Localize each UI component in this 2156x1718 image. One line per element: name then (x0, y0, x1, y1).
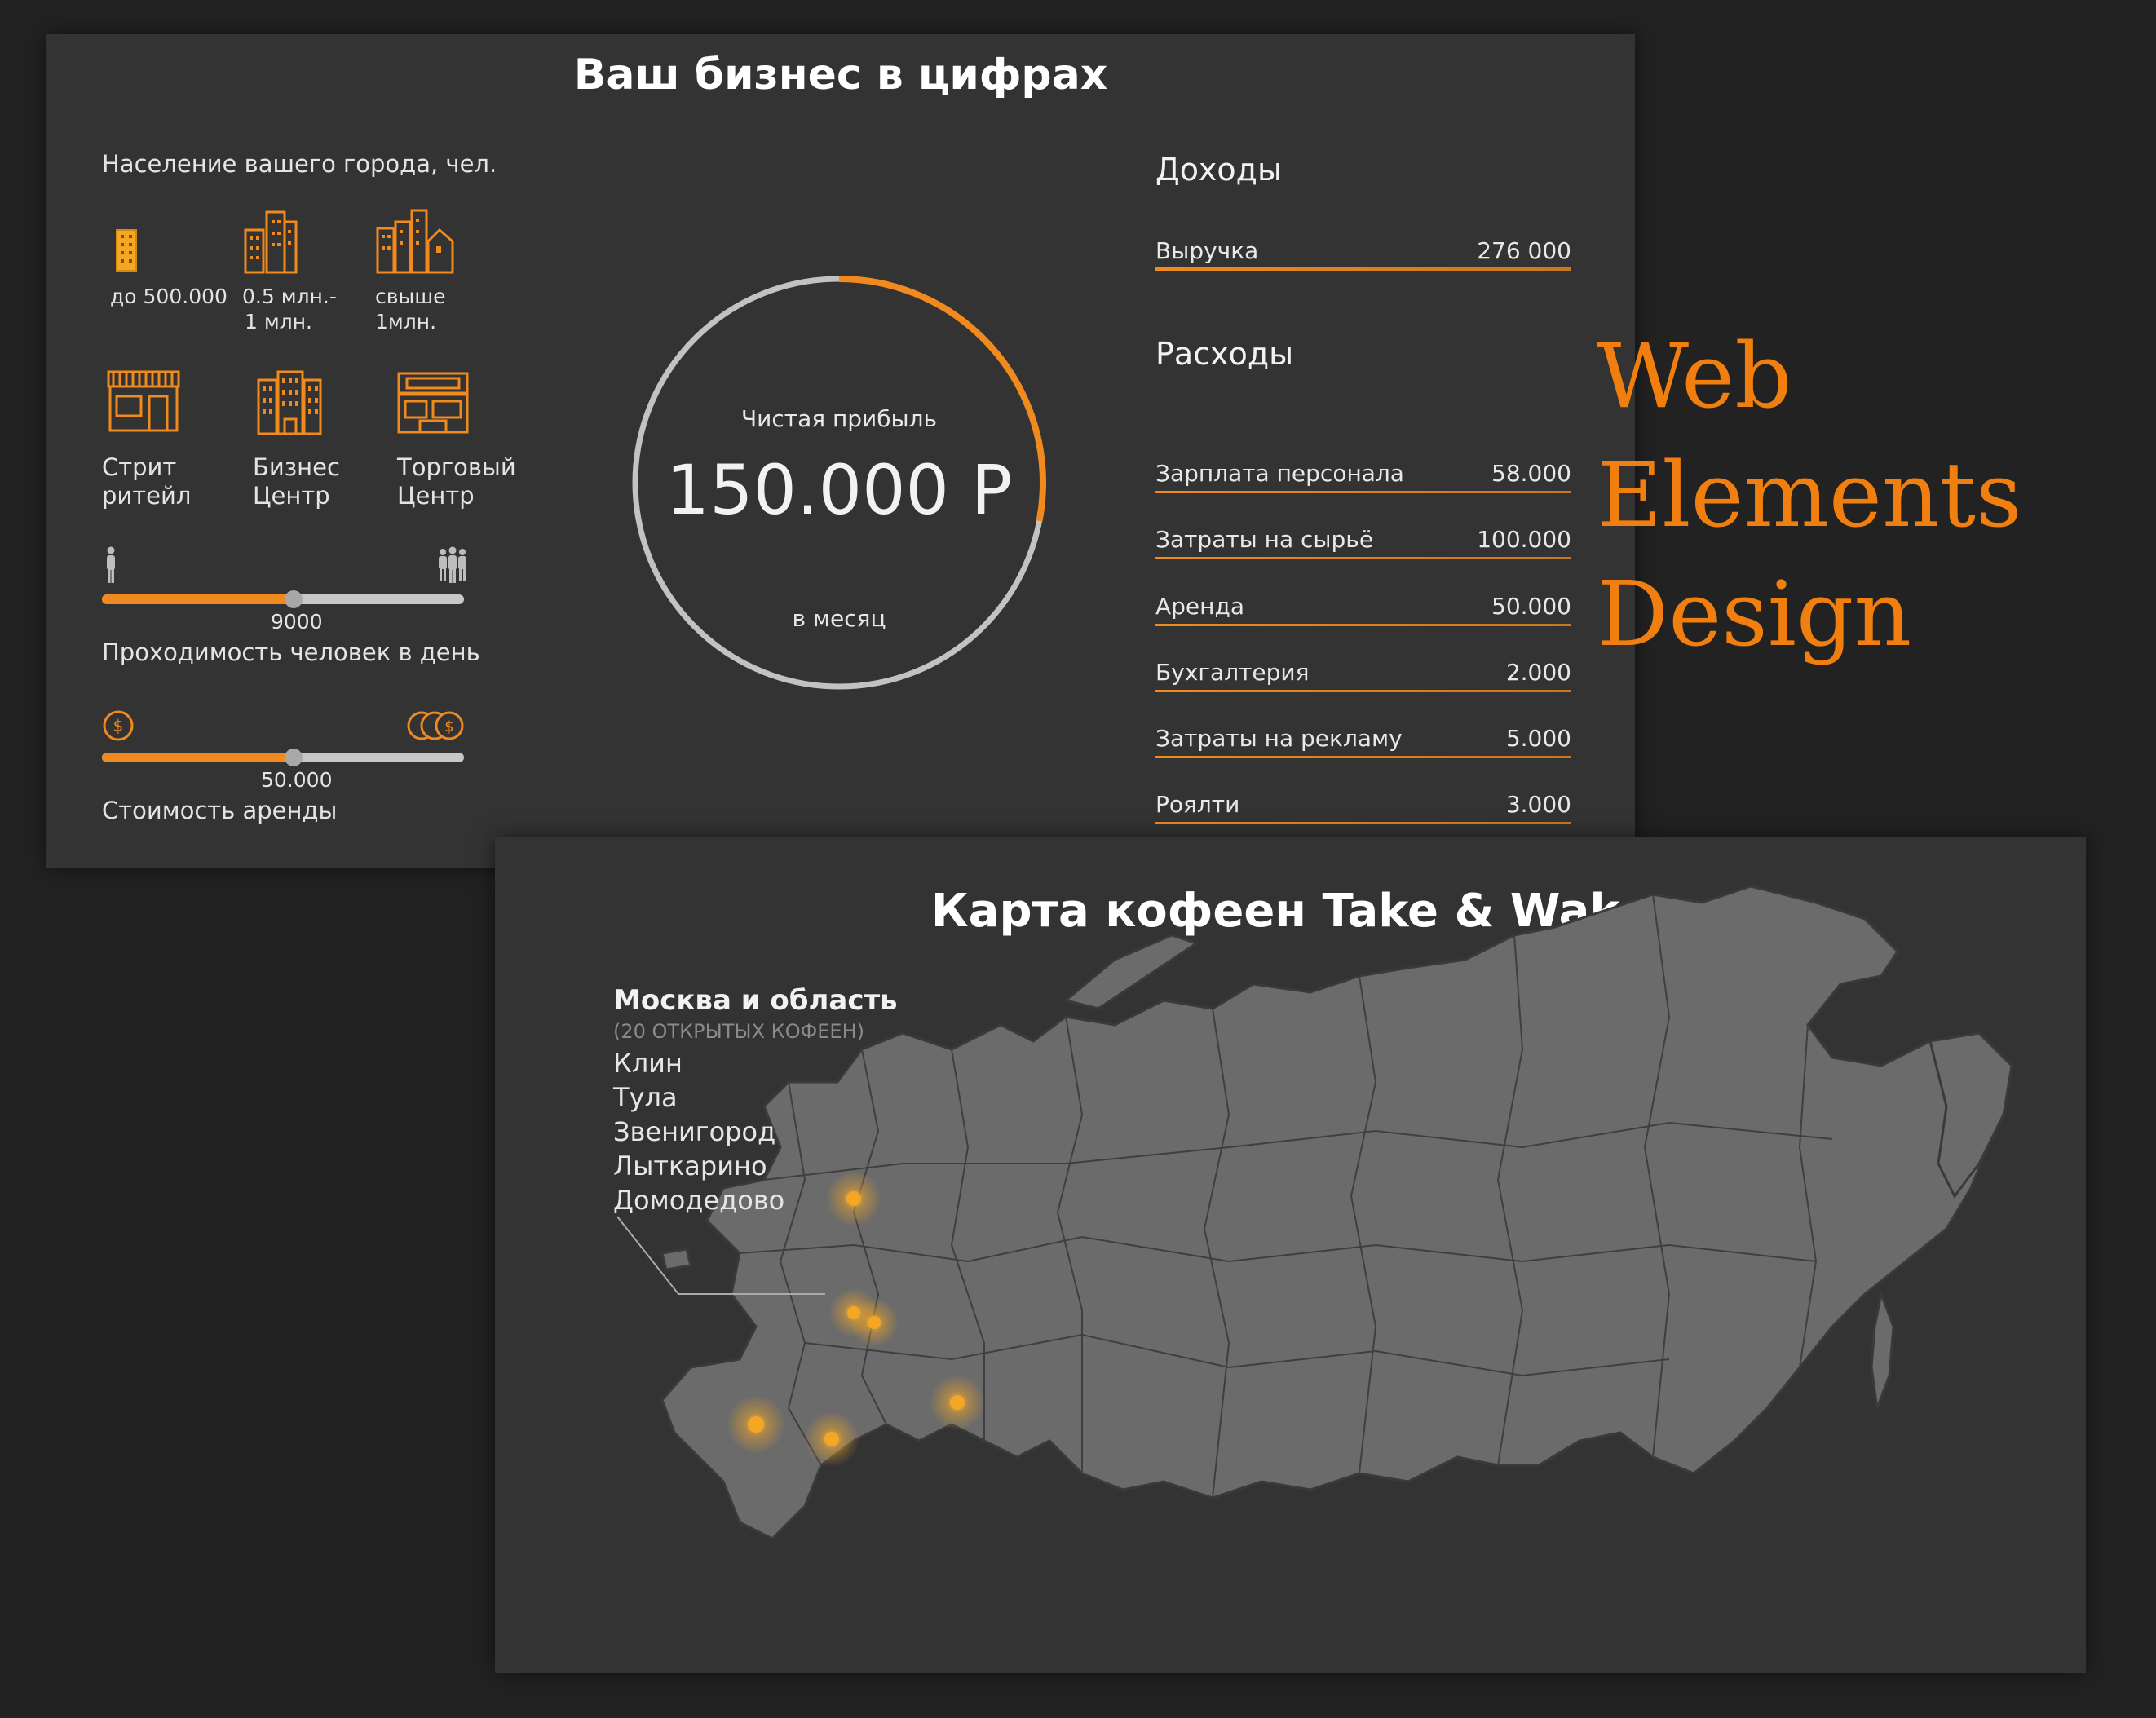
caption-line: Design (1597, 562, 1912, 666)
income-row-name: Выручка (1155, 237, 1259, 264)
expenses-heading: Расходы (1155, 336, 1294, 372)
income-heading: Доходы (1155, 152, 1282, 188)
city-name: Клин (613, 1048, 683, 1079)
expense-row: Зарплата персонала 58.000 (1155, 453, 1571, 493)
population-option-label-2: 1 млн. (245, 310, 312, 333)
traffic-label: Проходимость человек в день (102, 638, 480, 666)
expense-row-value: 58.000 (1491, 460, 1571, 487)
location-option-label: Бизнес (253, 453, 340, 481)
region-name: Москва и область (613, 984, 898, 1017)
traffic-slider-handle[interactable] (285, 590, 303, 608)
coffee-shop-marker (727, 1395, 785, 1454)
population-option-label-2: 1млн. (375, 310, 437, 333)
income-row-value: 276 000 (1477, 237, 1571, 264)
city-name: Домодедово (613, 1185, 785, 1216)
expense-row-name: Роялти (1155, 791, 1240, 818)
svg-text:$: $ (444, 718, 453, 735)
crowd-icon (439, 546, 466, 583)
expense-row-name: Бухгалтерия (1155, 659, 1310, 686)
location-option-label-2: Центр (397, 482, 475, 510)
expense-row-value: 100.000 (1477, 526, 1571, 553)
novaya-zemlya-landmass (1063, 934, 1199, 1010)
population-label: Население вашего города, чел. (102, 150, 497, 178)
population-option-label: 0.5 млн.- (242, 285, 337, 308)
storefront-icon (107, 370, 180, 432)
traffic-slider[interactable] (102, 590, 464, 608)
profit-period: в месяц (792, 605, 886, 632)
coffee-shop-marker (850, 1298, 899, 1347)
row-underline (1155, 491, 1571, 493)
expense-row-name: Зарплата персонала (1155, 460, 1404, 487)
row-underline (1155, 267, 1571, 271)
russia-map (616, 885, 2013, 1540)
expense-row: Роялти 3.000 (1155, 784, 1571, 824)
caption-line: Web (1597, 324, 1792, 428)
profit-amount: 150.000 Р (665, 450, 1013, 530)
expense-row-value: 2.000 (1505, 659, 1571, 686)
coffee-shop-marker (804, 1411, 859, 1467)
traffic-value: 9000 (271, 610, 323, 634)
expense-row-value: 3.000 (1505, 791, 1571, 818)
office-building-icon (257, 370, 322, 435)
city-name: Тула (613, 1082, 678, 1113)
population-option-label: до 500.000 (110, 285, 228, 308)
region-count: (20 ОТКРЫТЫХ КОФЕЕН) (613, 1020, 865, 1043)
sakhalin-landmass (1870, 1289, 1895, 1409)
business-calculator-panel: Ваш бизнес в цифрах Население вашего гор… (46, 34, 1635, 868)
svg-text:$: $ (113, 716, 124, 735)
expense-row-value: 50.000 (1491, 593, 1571, 620)
row-underline (1155, 822, 1571, 824)
income-row: Выручка 276 000 (1155, 230, 1571, 271)
location-option-label-2: Центр (253, 482, 330, 510)
rent-value: 50.000 (261, 768, 333, 792)
person-icon (107, 546, 115, 583)
location-option-label: Торговый (397, 453, 516, 481)
location-option-label: Стрит (102, 453, 177, 481)
kaliningrad-landmass (660, 1248, 692, 1271)
expense-row-value: 5.000 (1505, 725, 1571, 752)
coin-icon: $ (103, 710, 134, 741)
web-elements-design-caption: Web Elements Design (1597, 316, 2021, 674)
expense-row: Затраты на рекламу 5.000 (1155, 718, 1571, 758)
expense-row-name: Затраты на сырьё (1155, 526, 1374, 553)
coffee-shop-marker (930, 1375, 985, 1430)
expense-row: Бухгалтерия 2.000 (1155, 651, 1571, 692)
traffic-slider-fill (102, 594, 294, 604)
coffee-map-panel: Карта кофеен Take & Wake Москва и област… (495, 837, 2086, 1673)
buildings-icon (244, 210, 298, 274)
row-underline (1155, 624, 1571, 626)
expense-row-name: Затраты на рекламу (1155, 725, 1403, 752)
single-building-icon (116, 229, 137, 272)
population-option-label: свыше (375, 285, 446, 308)
city-icon (376, 209, 454, 274)
city-name: Лыткарино (613, 1150, 767, 1181)
coins-stack-icon: $ (407, 711, 464, 740)
row-underline (1155, 690, 1571, 692)
expense-row: Затраты на сырьё 100.000 (1155, 519, 1571, 559)
caption-line: Elements (1597, 443, 2022, 547)
calculator-title: Ваш бизнес в цифрах (573, 51, 1108, 99)
expense-row: Аренда 50.000 (1155, 585, 1571, 626)
rent-slider[interactable] (102, 749, 464, 766)
row-underline (1155, 557, 1571, 559)
city-list: Москва и область (20 ОТКРЫТЫХ КОФЕЕН) Кл… (613, 984, 898, 1217)
rent-label: Стоимость аренды (102, 797, 338, 824)
mall-icon (397, 372, 469, 434)
row-underline (1155, 756, 1571, 758)
expense-row-name: Аренда (1155, 593, 1244, 620)
profit-caption: Чистая прибыль (740, 405, 938, 432)
rent-slider-fill (102, 753, 294, 762)
location-option-label-2: ритейл (102, 482, 192, 510)
rent-slider-handle[interactable] (285, 749, 303, 766)
city-name: Звенигород (613, 1116, 776, 1147)
profit-gauge: Чистая прибыль 150.000 Р в месяц (627, 271, 1051, 695)
